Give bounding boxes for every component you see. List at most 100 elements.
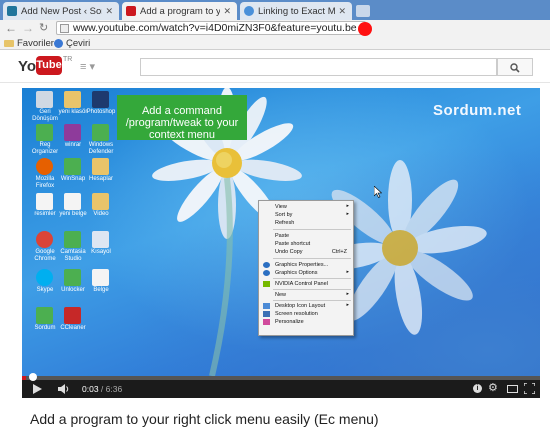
reload-icon[interactable]: ↻ — [39, 21, 48, 34]
app-icon[interactable] — [64, 231, 81, 248]
translate-icon — [54, 39, 63, 48]
video-title: Add a program to your right click menu e… — [30, 411, 379, 427]
menu-item-paste-shortcut[interactable]: Paste shortcut — [275, 240, 310, 248]
youtube-logo-tube[interactable]: Tube — [36, 56, 62, 75]
menu-item-undo-copy[interactable]: Undo Copy — [275, 248, 303, 256]
shortcut-icon[interactable] — [92, 231, 109, 248]
tab-youtube-video[interactable]: Add a program to your rig ✕ — [122, 2, 237, 20]
app-icon[interactable] — [92, 124, 109, 141]
progress-fill — [22, 376, 27, 380]
desktop-icon-label: Skype — [36, 287, 54, 293]
menu-separator — [273, 229, 351, 230]
menu-item-personalize[interactable]: Personalize — [275, 318, 304, 326]
menu-label: Paste — [275, 233, 290, 239]
watermark: Sordum.net — [433, 102, 522, 119]
menu-separator — [273, 300, 351, 301]
winrar-icon[interactable] — [64, 124, 81, 141]
close-tab-icon[interactable]: ✕ — [105, 6, 113, 17]
menu-label: Graphics Options — [275, 270, 318, 276]
submenu-arrow-icon: ▸ — [346, 269, 349, 275]
folder-icon[interactable] — [92, 158, 109, 175]
menu-item-desktop-icon-layout[interactable]: Desktop Icon Layout — [275, 302, 325, 310]
close-tab-icon[interactable]: ✕ — [338, 6, 346, 17]
recycle-bin-icon[interactable] — [36, 91, 53, 108]
tab-add-new-post[interactable]: Add New Post ‹ Sordum.n ✕ — [3, 2, 119, 20]
search-icon — [510, 63, 520, 73]
submenu-arrow-icon: ▸ — [346, 291, 349, 297]
file-icon[interactable] — [92, 269, 109, 286]
file-icon[interactable] — [36, 193, 53, 210]
bookmark-ceviri[interactable]: Çeviri — [54, 38, 90, 49]
menu-item-graphics-options[interactable]: Graphics Options — [275, 269, 318, 277]
menu-item-refresh[interactable]: Refresh — [275, 219, 294, 227]
video-player[interactable]: Geri Dönüşüm yeni klasör Photoshop Reg Orga… — [22, 88, 540, 396]
settings-gear-icon[interactable]: ⚙ — [488, 381, 498, 394]
app-icon[interactable] — [64, 269, 81, 286]
volume-icon[interactable] — [58, 384, 70, 394]
firefox-icon[interactable] — [36, 158, 53, 175]
info-icon[interactable]: i — [473, 384, 482, 393]
menu-label: Screen resolution — [275, 311, 318, 317]
record-dot-icon — [358, 22, 372, 36]
search-button[interactable] — [497, 58, 533, 76]
file-icon[interactable] — [64, 193, 81, 210]
address-bar[interactable]: www.youtube.com/watch?v=i4D0miZN3F0&feat… — [56, 21, 366, 35]
intel-graphics-icon — [263, 262, 270, 268]
menu-item-nvidia-control-panel[interactable]: NVIDIA Control Panel — [275, 280, 328, 288]
guide-menu-icon[interactable]: ≡ ▾ — [80, 60, 95, 73]
menu-item-graphics-properties[interactable]: Graphics Properties... — [275, 261, 328, 269]
app-icon[interactable] — [36, 307, 53, 324]
desktop-icon-label: Video — [93, 211, 109, 217]
desktop-icon-label: Hesaplar — [88, 176, 113, 182]
mouse-cursor-icon — [374, 186, 382, 198]
menu-label: Desktop Icon Layout — [275, 303, 326, 309]
desktop-layout-icon — [263, 303, 270, 309]
menu-item-sort-by[interactable]: Sort by — [275, 211, 292, 219]
menu-label: View — [275, 204, 287, 210]
chrome-icon[interactable] — [36, 231, 53, 248]
desktop-icon-label: yeni klasör — [58, 109, 88, 115]
desktop-icon-label: Mozilla Firefox — [35, 176, 55, 189]
personalize-icon — [263, 319, 270, 325]
photoshop-icon[interactable] — [92, 91, 109, 108]
skype-icon[interactable] — [36, 269, 53, 286]
forward-arrow-icon[interactable]: → — [22, 21, 34, 35]
screen-resolution-icon — [263, 311, 270, 317]
close-tab-icon[interactable]: ✕ — [223, 6, 231, 17]
theater-mode-icon[interactable] — [507, 385, 518, 393]
globe-favicon-icon — [244, 6, 254, 16]
progress-scrubber[interactable] — [29, 373, 37, 381]
url-text: www.youtube.com/watch?v=i4D0miZN3F0&feat… — [73, 22, 357, 34]
menu-separator — [273, 258, 351, 259]
fullscreen-icon[interactable] — [524, 383, 535, 394]
app-icon[interactable] — [64, 158, 81, 175]
progress-bar[interactable] — [22, 376, 540, 380]
folder-icon[interactable] — [64, 91, 81, 108]
desktop-icon-label: winrar — [64, 142, 82, 148]
folder-icon[interactable] — [92, 193, 109, 210]
menu-item-new[interactable]: New — [275, 291, 286, 299]
header-divider — [0, 82, 550, 83]
intel-graphics-icon — [263, 270, 270, 276]
annotation-note: Add a command /program/tweak to your con… — [117, 95, 247, 141]
play-icon[interactable] — [33, 384, 42, 394]
desktop-icon-label: Geri Dönüşüm — [32, 109, 58, 122]
menu-item-view[interactable]: View — [275, 203, 287, 211]
total-time: 6:36 — [105, 384, 123, 394]
back-arrow-icon[interactable]: ← — [5, 21, 17, 35]
search-input[interactable] — [140, 58, 497, 76]
menu-item-paste[interactable]: Paste — [275, 232, 289, 240]
submenu-arrow-icon: ▸ — [346, 203, 349, 209]
menu-label: New — [275, 292, 287, 298]
new-tab-button[interactable] — [356, 5, 370, 17]
tab-linking-exact-minutes[interactable]: Linking to Exact Minutes a ✕ — [240, 2, 352, 20]
nvidia-icon — [263, 281, 270, 287]
page-icon — [60, 24, 69, 33]
tab-title: Add New Post ‹ Sordum.n — [21, 5, 102, 17]
ccleaner-icon[interactable] — [64, 307, 81, 324]
menu-item-screen-resolution[interactable]: Screen resolution — [275, 310, 318, 318]
desktop-icon-label: Unlocker — [61, 287, 85, 293]
submenu-arrow-icon: ▸ — [346, 211, 349, 217]
app-icon[interactable] — [36, 124, 53, 141]
bookmark-favoriler[interactable]: Favoriler — [4, 38, 54, 49]
